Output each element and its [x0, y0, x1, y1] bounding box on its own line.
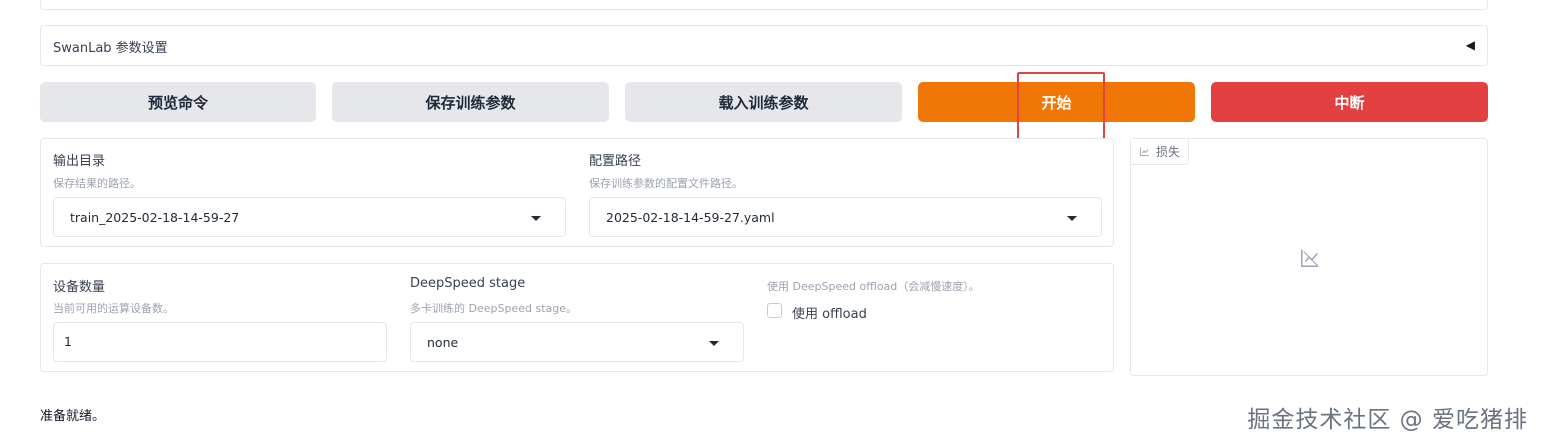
watermark-text: 掘金技术社区 @ 爱吃猪排	[1247, 407, 1528, 433]
output-dir-info: 保存结果的路径。	[53, 177, 141, 190]
ds-offload-info: 使用 DeepSpeed offload（会减慢速度）。	[767, 280, 980, 293]
output-panel: 输出目录 保存结果的路径。 train_2025-02-18-14-59-27 …	[40, 138, 1114, 247]
stop-button[interactable]: 中断	[1211, 82, 1488, 122]
devices-panel: 设备数量 当前可用的运算设备数。 1 DeepSpeed stage 多卡训练的…	[40, 263, 1114, 372]
config-path-label: 配置路径	[589, 154, 642, 169]
chart-placeholder-icon	[1301, 249, 1319, 267]
chevron-down-icon	[709, 341, 719, 346]
device-count-label: 设备数量	[53, 280, 106, 295]
upper-panel	[40, 0, 1488, 10]
chevron-down-icon	[1067, 216, 1077, 221]
loss-tab-label: 损失	[1156, 145, 1181, 159]
output-dir-label: 输出目录	[53, 154, 106, 169]
device-count-info: 当前可用的运算设备数。	[53, 302, 174, 315]
preview-command-button[interactable]: 预览命令	[40, 82, 316, 122]
config-path-info: 保存训练参数的配置文件路径。	[589, 177, 743, 190]
swanlab-accordion[interactable]: SwanLab 参数设置 ◀	[40, 25, 1488, 66]
device-count-input[interactable]: 1	[53, 322, 387, 362]
ds-stage-info: 多卡训练的 DeepSpeed stage。	[410, 302, 577, 315]
load-args-button[interactable]: 载入训练参数	[625, 82, 902, 122]
loss-tab[interactable]: 损失	[1131, 139, 1190, 165]
ds-stage-label: DeepSpeed stage	[410, 276, 526, 291]
chevron-down-icon	[531, 216, 541, 221]
loss-plot-panel: 损失	[1130, 138, 1488, 376]
chart-icon	[1139, 147, 1149, 157]
ds-offload-checkbox[interactable]	[767, 303, 782, 318]
ds-offload-label[interactable]: 使用 offload	[792, 303, 867, 322]
config-path-dropdown[interactable]: 2025-02-18-14-59-27.yaml	[589, 197, 1102, 237]
config-path-value: 2025-02-18-14-59-27.yaml	[606, 210, 775, 225]
ds-stage-value: none	[427, 335, 459, 350]
ds-stage-dropdown[interactable]: none	[410, 322, 744, 362]
status-text: 准备就绪。	[40, 409, 106, 424]
collapse-toggle-icon[interactable]: ◀	[1466, 38, 1475, 52]
output-dir-dropdown[interactable]: train_2025-02-18-14-59-27	[53, 197, 566, 237]
swanlab-accordion-label: SwanLab 参数设置	[53, 41, 168, 56]
save-args-button[interactable]: 保存训练参数	[332, 82, 609, 122]
start-button[interactable]: 开始	[918, 82, 1195, 122]
output-dir-value: train_2025-02-18-14-59-27	[70, 210, 240, 225]
